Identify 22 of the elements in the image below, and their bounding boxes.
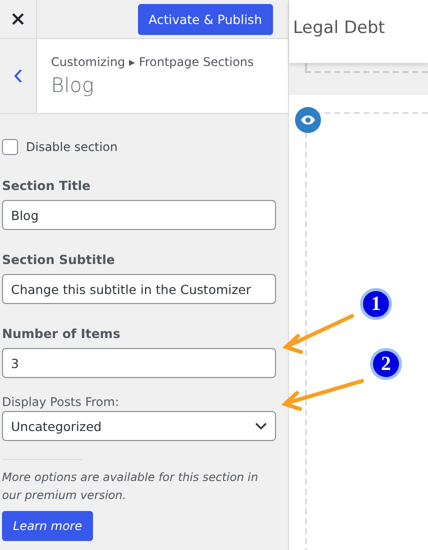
section-title: Blog: [51, 73, 95, 97]
input-field[interactable]: Blog: [2, 200, 276, 230]
field-label: Section Subtitle: [2, 252, 116, 267]
eye-icon: [300, 115, 316, 125]
chevron-down-icon: [255, 422, 267, 430]
learn-more-button[interactable]: Learn more: [2, 511, 94, 541]
arrow: [282, 314, 354, 354]
field-label: Number of Items: [2, 326, 122, 341]
close-icon: [12, 13, 24, 25]
field-label: Section Title: [2, 178, 92, 193]
eye-button[interactable]: [295, 107, 321, 133]
field-label: Display Posts From:: [2, 395, 120, 409]
checkbox-label: Disable section: [26, 140, 118, 154]
input-field[interactable]: 3: [2, 348, 276, 378]
upsell-note: More options are available for this section in our premium version.: [2, 469, 260, 504]
publish-button[interactable]: Activate & Publish: [138, 4, 273, 34]
checkbox[interactable]: [2, 139, 18, 155]
back-icon: [14, 69, 22, 83]
site-title: Legal Debt: [293, 18, 385, 38]
dropdown[interactable]: Uncategorized: [2, 411, 276, 441]
breadcrumb: Customizing ▸ Frontpage Sections: [51, 55, 255, 69]
input-field[interactable]: Change this subtitle in the Customizer: [2, 274, 276, 304]
